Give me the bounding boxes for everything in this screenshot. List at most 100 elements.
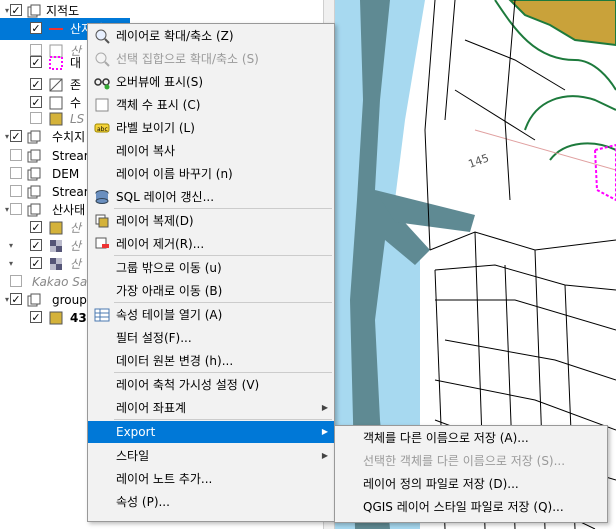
context-menu-item[interactable]: 레이어 제거(R)... xyxy=(88,233,334,255)
menu-separator xyxy=(114,208,332,209)
context-menu-item-label: SQL 레이어 갱신... xyxy=(116,190,215,204)
group-icon xyxy=(26,3,42,19)
context-menu-item-label: 라벨 보이기 (L) xyxy=(116,121,195,135)
context-menu-item-label: 레이어 좌표계 xyxy=(116,401,187,415)
yellow-square-icon xyxy=(48,111,64,127)
context-menu-item[interactable]: abc 라벨 보이기 (L) xyxy=(88,117,334,139)
context-menu-item[interactable]: 그룹 밖으로 이동 (u) xyxy=(88,257,334,279)
context-menu-item[interactable]: 레이어 축척 가시성 설정 (V) xyxy=(88,374,334,396)
context-menu-item[interactable]: 레이어 이름 바꾸기 (n) xyxy=(88,163,334,185)
context-menu-item[interactable]: 속성 테이블 열기 (A) xyxy=(88,304,334,326)
line-symbol-icon xyxy=(48,21,64,37)
context-menu-item[interactable]: 가장 아래로 이동 (B) xyxy=(88,280,334,302)
group-icon xyxy=(26,166,42,182)
menu-separator xyxy=(114,255,332,256)
group-icon xyxy=(26,148,42,164)
database-icon xyxy=(94,189,110,205)
overview-icon xyxy=(94,74,110,90)
layer-visibility-checkbox[interactable]: ✓ xyxy=(30,257,42,270)
context-menu-item-label: 데이터 원본 변경 (h)... xyxy=(116,354,234,368)
contour-line xyxy=(549,142,616,161)
layer-visibility-checkbox[interactable]: ✓ xyxy=(30,56,42,69)
menu-separator xyxy=(114,419,332,420)
export-submenu-item[interactable]: 레이어 정의 파일로 저장 (D)... xyxy=(335,473,607,495)
layer-visibility-checkbox[interactable]: ✓ xyxy=(30,78,42,91)
context-menu-item[interactable]: 데이터 원본 변경 (h)... xyxy=(88,350,334,372)
export-submenu-item: 선택한 객체를 다른 이름으로 저장 (S)... xyxy=(335,450,607,472)
layer-visibility-checkbox[interactable] xyxy=(10,185,22,197)
context-menu-item[interactable]: 레이어 좌표계 ▶ xyxy=(88,397,334,419)
group-icon xyxy=(26,292,42,308)
diagonal-icon xyxy=(48,77,64,93)
context-menu-item[interactable]: 속성 (P)... xyxy=(88,491,334,513)
context-menu-item-label: 속성 테이블 열기 (A) xyxy=(116,308,223,322)
contour-line xyxy=(524,95,616,131)
export-submenu-item-label: QGIS 레이어 스타일 파일로 저장 (Q)... xyxy=(363,500,564,514)
checkbox-icon xyxy=(94,97,110,113)
yellow-square-icon xyxy=(48,310,64,326)
export-submenu: 객체를 다른 이름으로 저장 (A)... 선택한 객체를 다른 이름으로 저장 … xyxy=(334,425,608,523)
layer-visibility-checkbox[interactable]: ✓ xyxy=(30,221,42,234)
context-menu-item[interactable]: 스타일 ▶ xyxy=(88,445,334,467)
submenu-arrow-icon: ▶ xyxy=(321,403,328,412)
road-label: 145 xyxy=(467,151,491,170)
context-menu-item[interactable]: Export ▶ xyxy=(88,421,334,443)
layer-visibility-checkbox[interactable] xyxy=(10,167,22,179)
export-submenu-item[interactable]: QGIS 레이어 스타일 파일로 저장 (Q)... xyxy=(335,496,607,518)
export-submenu-item[interactable]: 객체를 다른 이름으로 저장 (A)... xyxy=(335,427,607,449)
context-menu-item-label: 스타일 xyxy=(116,449,150,463)
layer-visibility-checkbox[interactable]: ✓ xyxy=(10,130,22,143)
context-menu-item[interactable]: 레이어 복사 xyxy=(88,140,334,162)
context-menu-item-label: 선택 집합으로 확대/축소 (S) xyxy=(116,52,259,66)
layer-visibility-checkbox[interactable]: ✓ xyxy=(30,239,42,252)
context-menu-item[interactable]: 레이어 노트 추가... xyxy=(88,468,334,490)
menu-separator xyxy=(114,372,332,373)
context-menu-item-label: 레이어 복제(D) xyxy=(116,214,194,228)
layer-visibility-checkbox[interactable]: ✓ xyxy=(10,293,22,306)
road-line xyxy=(474,129,616,171)
context-menu-item[interactable]: 레이어로 확대/축소 (Z) xyxy=(88,25,334,47)
layer-visibility-checkbox[interactable]: ✓ xyxy=(10,4,22,17)
layer-visibility-checkbox[interactable]: ✓ xyxy=(30,22,42,35)
yellow-square-icon xyxy=(48,220,64,236)
group-icon xyxy=(26,184,42,200)
layer-visibility-checkbox[interactable]: ✓ xyxy=(30,96,42,109)
context-menu-item-label: 가장 아래로 이동 (B) xyxy=(116,284,223,298)
context-menu-item-label: 레이어 축척 가시성 설정 (V) xyxy=(116,378,260,392)
context-menu-item[interactable]: 객체 수 표시 (C) xyxy=(88,94,334,116)
context-menu-item-label: 객체 수 표시 (C) xyxy=(116,98,201,112)
context-menu-item[interactable]: 오버뷰에 표시(S) xyxy=(88,71,334,93)
context-menu-item-label: 레이어 복사 xyxy=(116,144,176,158)
context-menu-item[interactable]: 레이어 복제(D) xyxy=(88,210,334,232)
context-menu-item[interactable]: 필터 설정(F)... xyxy=(88,327,334,349)
group-icon xyxy=(26,202,42,218)
context-menu-item[interactable]: SQL 레이어 갱신... xyxy=(88,186,334,208)
context-menu-item-label: 레이어 이름 바꾸기 (n) xyxy=(116,167,233,181)
context-menu-item-label: 그룹 밖으로 이동 (u) xyxy=(116,261,222,275)
remove-layer-icon xyxy=(94,236,110,252)
group-icon xyxy=(26,129,42,145)
selection-outline xyxy=(593,143,616,202)
context-menu-item-label: 레이어 노트 추가... xyxy=(116,472,213,486)
context-menu-item-label: 오버뷰에 표시(S) xyxy=(116,75,204,89)
context-menu-item-label: Export xyxy=(116,425,156,439)
layer-visibility-checkbox[interactable] xyxy=(30,112,42,124)
export-submenu-item-label: 객체를 다른 이름으로 저장 (A)... xyxy=(363,431,529,445)
layer-visibility-checkbox[interactable]: ✓ xyxy=(30,311,42,324)
context-menu-item-label: 레이어로 확대/축소 (Z) xyxy=(116,29,234,43)
raster-icon xyxy=(48,256,64,272)
context-menu-item-label: 속성 (P)... xyxy=(116,495,170,509)
label-icon: abc xyxy=(94,120,110,136)
export-submenu-item-label: 선택한 객체를 다른 이름으로 저장 (S)... xyxy=(363,454,566,468)
svg-text:abc: abc xyxy=(97,126,108,133)
layer-name: 대 xyxy=(70,56,82,70)
layer-visibility-checkbox[interactable] xyxy=(10,203,22,215)
context-menu-item-label: 필터 설정(F)... xyxy=(116,331,192,345)
zoom-layer-icon xyxy=(94,28,110,44)
forest-area xyxy=(508,0,616,47)
layer-visibility-checkbox[interactable] xyxy=(10,149,22,161)
zoom-selection-icon xyxy=(94,51,110,67)
submenu-arrow-icon: ▶ xyxy=(321,451,328,460)
duplicate-icon xyxy=(94,213,110,229)
layer-visibility-checkbox[interactable] xyxy=(10,275,22,287)
